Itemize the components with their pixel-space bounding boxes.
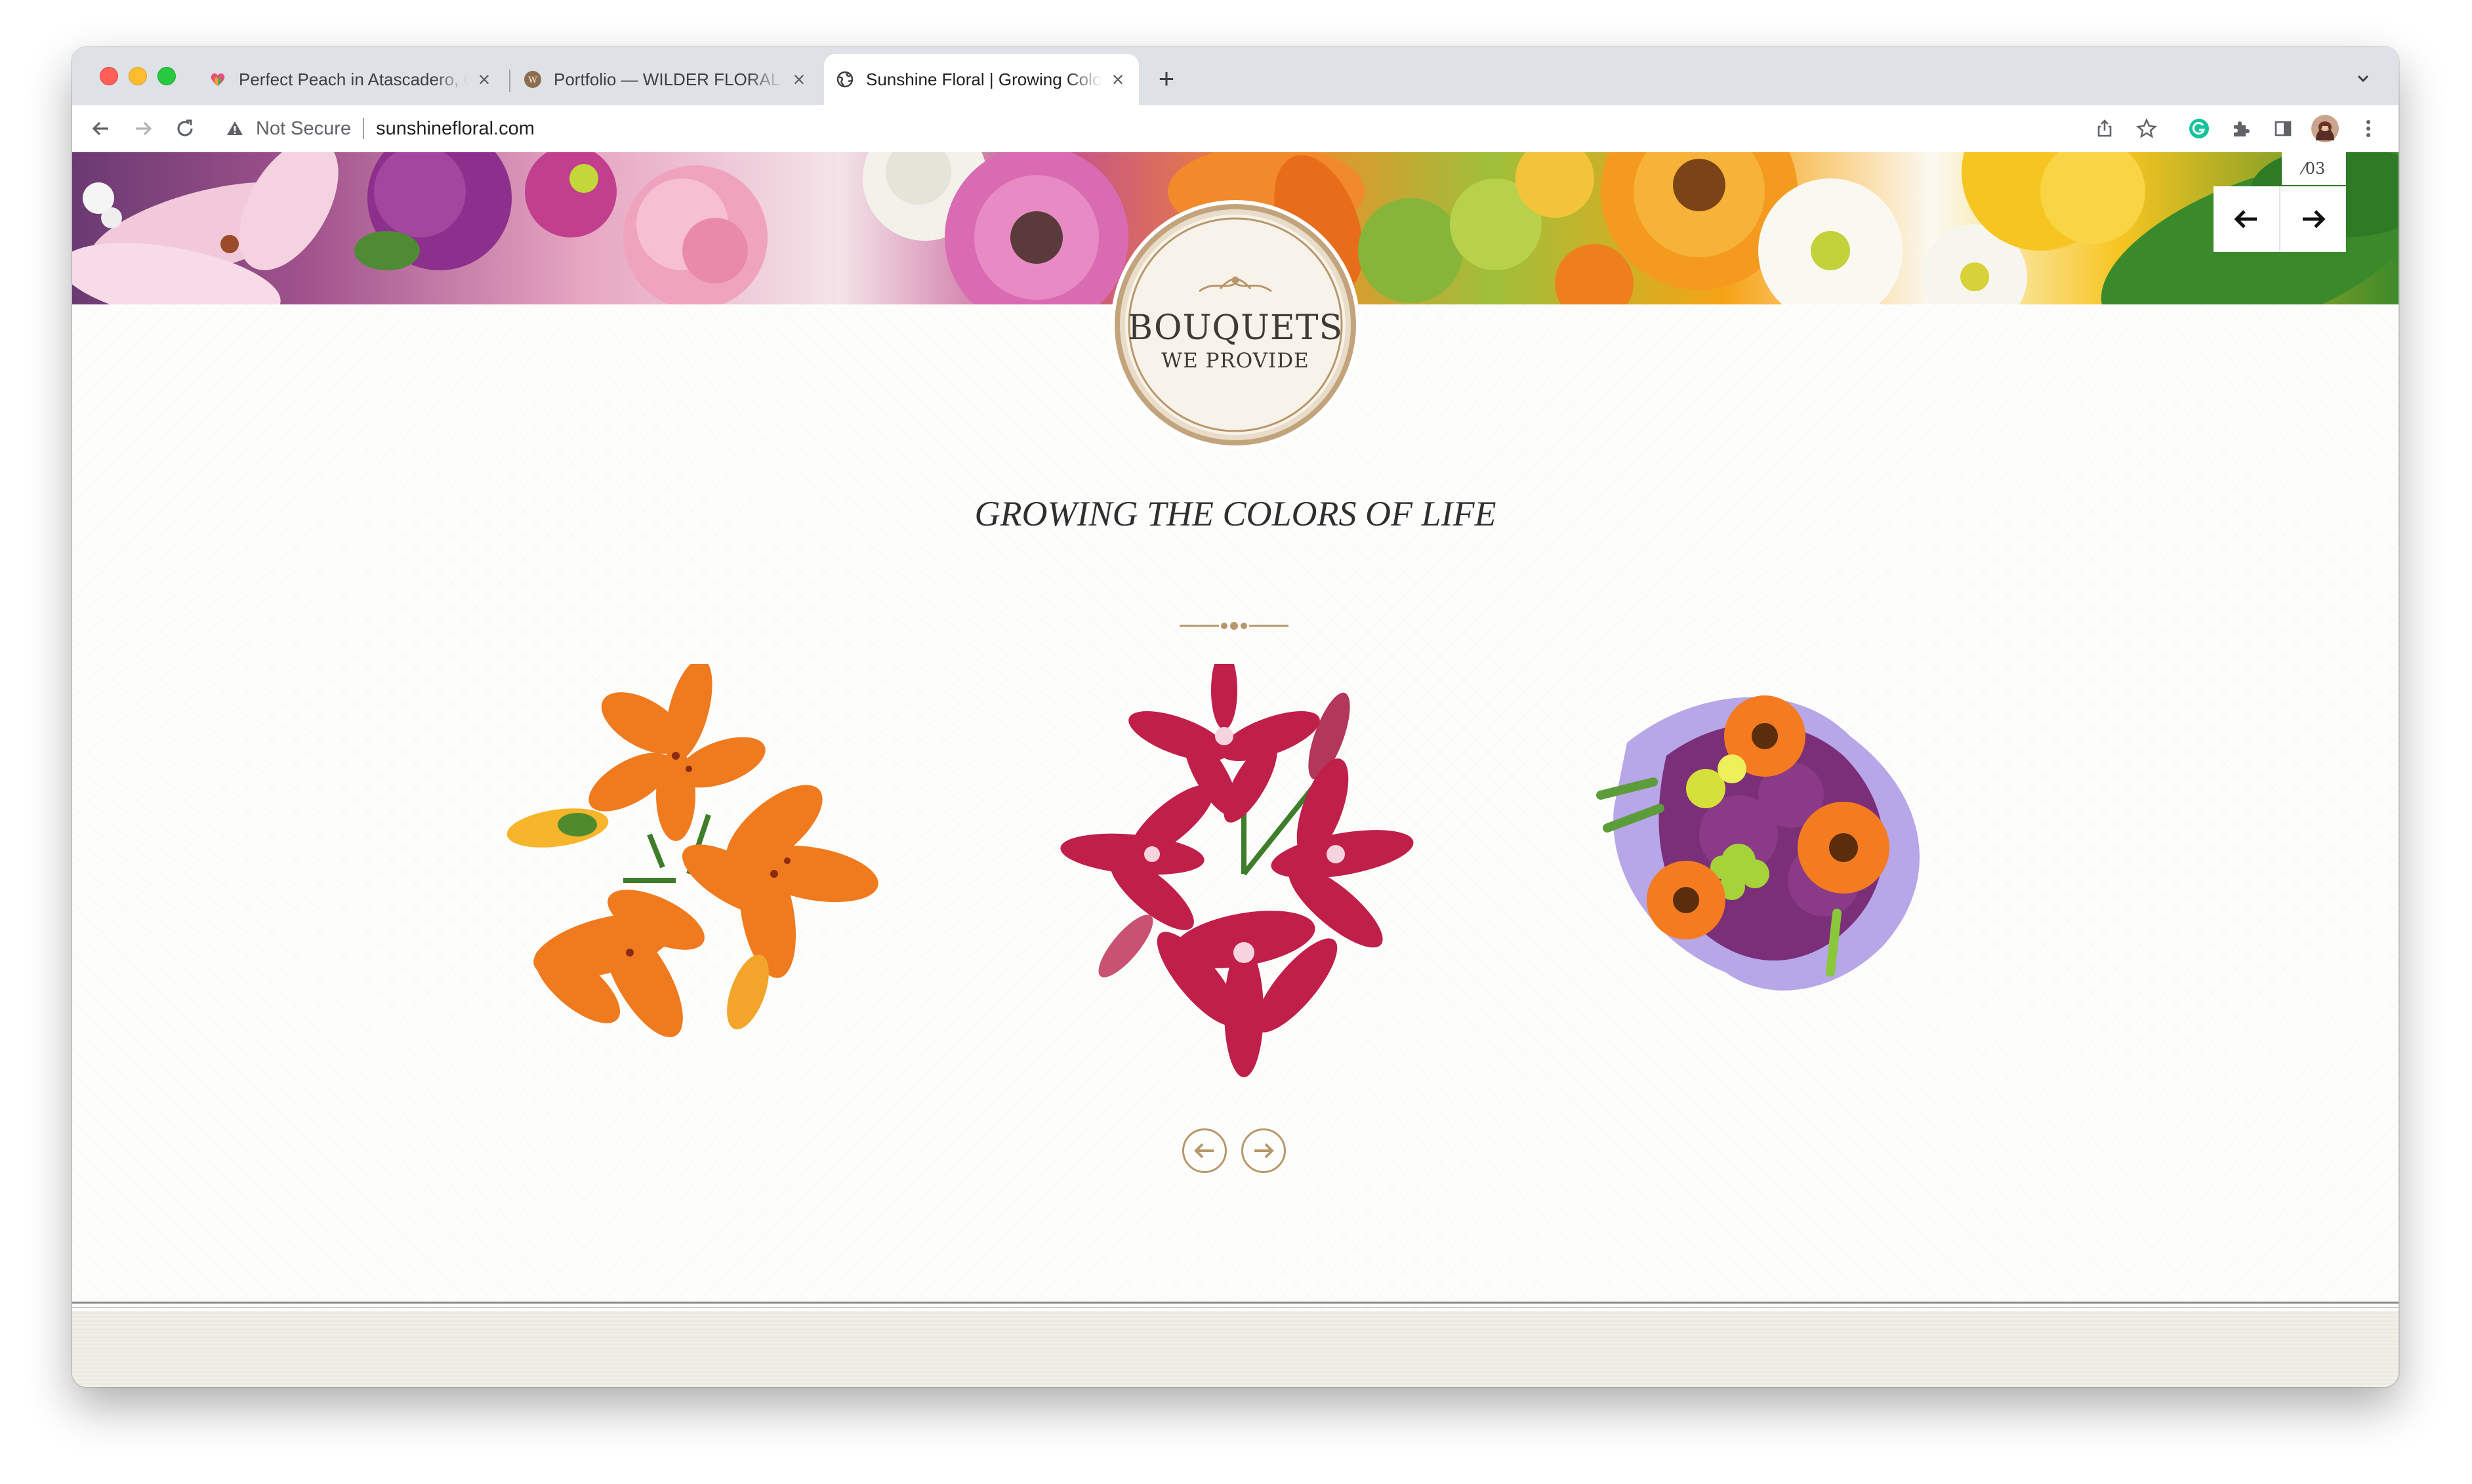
side-panel-icon[interactable]: [2267, 113, 2299, 144]
tab-title: Sunshine Floral | Growing Colors of Life: [866, 69, 1102, 89]
tab-strip: Perfect Peach in Atascadero, CA × W Port…: [72, 47, 2399, 105]
banner-prev-button[interactable]: [2214, 186, 2279, 252]
avatar[interactable]: [2309, 113, 2341, 144]
arrow-left-icon: [92, 121, 108, 136]
arrow-left-icon: [1194, 1143, 1214, 1159]
orange-lilies-image: [506, 659, 878, 1037]
slide-counter: ⁄03: [2282, 152, 2346, 185]
footer: [72, 1311, 2399, 1387]
seal-subtitle: WE PROVIDE: [1161, 349, 1309, 373]
kebab-menu-icon[interactable]: [2353, 113, 2384, 144]
banner-next-button[interactable]: [2279, 186, 2346, 252]
arrow-right-icon: [2303, 210, 2326, 228]
tab-separator: [509, 70, 510, 92]
browser-toolbar: Not Secure sunshinefloral.com: [72, 105, 2399, 154]
zoom-window-button[interactable]: [157, 67, 176, 85]
bouquets-seal: BOUQUETS WE PROVIDE: [1109, 198, 1362, 451]
heart-favicon-icon: [211, 73, 225, 86]
reload-icon: [177, 119, 193, 136]
tab-search-chevron-down-icon[interactable]: [2347, 63, 2379, 94]
tab-sunshine-floral[interactable]: Sunshine Floral | Growing Colors of Life…: [824, 54, 1139, 105]
tab-title: Portfolio — WILDER FLORAL CO: [554, 69, 783, 89]
back-button[interactable]: [84, 112, 118, 146]
globe-icon: [836, 71, 854, 88]
share-icon[interactable]: [2089, 113, 2120, 144]
reload-button[interactable]: [168, 112, 202, 146]
puzzle-icon[interactable]: [2225, 113, 2257, 144]
new-tab-button[interactable]: +: [1148, 60, 1185, 97]
product-red-lilies[interactable]: [1047, 651, 1441, 1087]
close-tab-icon[interactable]: ×: [790, 68, 808, 92]
close-tab-icon[interactable]: ×: [475, 68, 493, 92]
tab-wilder-floral[interactable]: W Portfolio — WILDER FLORAL CO ×: [512, 54, 820, 105]
wilder-favicon-icon: W: [524, 71, 541, 88]
close-window-button[interactable]: [100, 67, 118, 85]
arrow-right-icon: [1254, 1143, 1274, 1159]
address-divider: [363, 118, 365, 139]
product-gerbera-bouquet[interactable]: [1575, 664, 1994, 1048]
tab-perfect-peach[interactable]: Perfect Peach in Atascadero, CA ×: [197, 54, 505, 105]
address-bar[interactable]: Not Secure sunshinefloral.com: [215, 110, 2118, 147]
seal-title: BOUQUETS: [1127, 308, 1344, 348]
forward-button[interactable]: [126, 112, 160, 146]
carousel-next-button[interactable]: [1241, 1128, 1286, 1173]
browser-window: Perfect Peach in Atascadero, CA × W Port…: [72, 47, 2399, 1387]
url-text[interactable]: sunshinefloral.com: [376, 118, 535, 140]
close-tab-icon[interactable]: ×: [1109, 68, 1127, 92]
minimize-window-button[interactable]: [129, 67, 147, 85]
gerbera-bouquet-image: [1596, 695, 1920, 991]
star-icon[interactable]: [2131, 113, 2162, 144]
arrow-left-icon: [2234, 210, 2257, 228]
divider-ornament-icon: [1180, 622, 1288, 630]
warning-triangle-icon: [227, 121, 243, 135]
section-heading: GROWING THE COLORS OF LIFE: [974, 494, 1496, 533]
grammarly-icon[interactable]: [2183, 113, 2215, 144]
arrow-right-icon: [136, 121, 152, 136]
svg-text:W: W: [528, 75, 537, 85]
tab-title: Perfect Peach in Atascadero, CA: [239, 69, 468, 89]
product-orange-lilies[interactable]: [492, 659, 912, 1048]
red-lilies-image: [1060, 651, 1414, 1077]
web-page: ⁄03 BOUQUETS WE PROVIDE GROWING THE COLO…: [72, 152, 2399, 1387]
security-status-label: Not Secure: [256, 117, 352, 139]
footer-divider: [72, 1302, 2399, 1308]
carousel-prev-button[interactable]: [1182, 1128, 1227, 1173]
